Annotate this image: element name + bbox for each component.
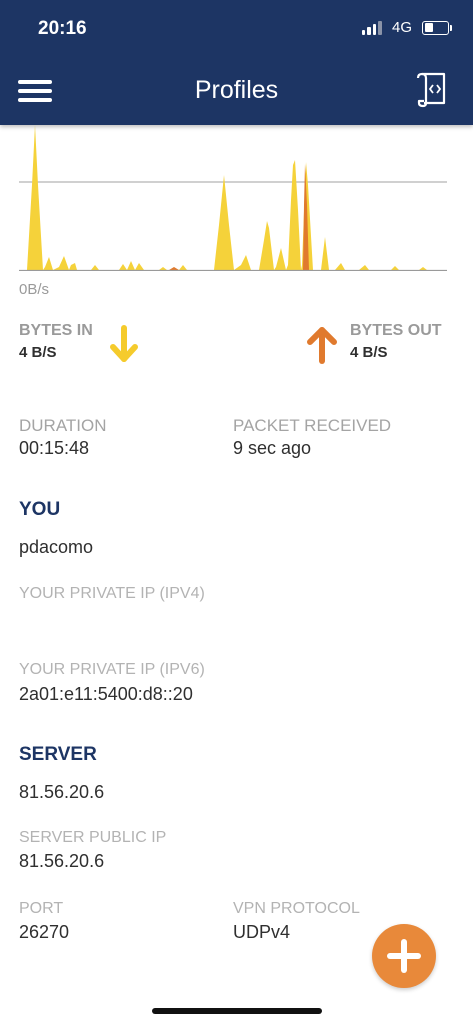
private-ipv6-label: YOUR PRIVATE IP (IPV6)	[19, 661, 205, 678]
server-name: 81.56.20.6	[19, 782, 105, 802]
bytes-in-value: 4 B/S	[19, 344, 57, 361]
private-ipv6-value: 2a01:e11:5400:d8::20	[19, 684, 193, 704]
status-time: 20:16	[38, 18, 87, 39]
network-type: 4G	[391, 19, 412, 36]
home-indicator[interactable]	[152, 1008, 322, 1014]
battery-icon	[422, 20, 452, 35]
bytes-out-series	[169, 164, 309, 270]
bytes-in-series	[19, 125, 447, 270]
server-section-heading: SERVER	[19, 744, 97, 765]
status-indicators: 4G	[361, 19, 452, 36]
port-label: PORT	[19, 900, 64, 917]
arrow-down-icon	[109, 325, 139, 370]
arrow-up-icon	[306, 324, 338, 369]
vpn-protocol-value: UDPv4	[233, 922, 291, 942]
server-public-ip-value: 81.56.20.6	[19, 851, 105, 871]
log-file-icon[interactable]	[415, 72, 449, 108]
you-section-heading: YOU	[19, 499, 61, 520]
duration-value: 00:15:48	[19, 438, 90, 458]
server-public-ip-label: SERVER PUBLIC IP	[19, 829, 167, 846]
page-title: Profiles	[194, 76, 279, 104]
bytes-out-value: 4 B/S	[350, 344, 388, 361]
signal-strength-icon	[361, 20, 382, 35]
add-profile-button[interactable]	[372, 924, 436, 988]
bytes-in-label: BYTES IN	[19, 322, 93, 339]
duration-label: DURATION	[19, 416, 107, 435]
packet-received-label: PACKET RECEIVED	[233, 416, 392, 435]
username: pdacomo	[19, 537, 94, 557]
private-ipv4-label: YOUR PRIVATE IP (IPV4)	[19, 585, 205, 602]
port-value: 26270	[19, 922, 70, 942]
traffic-chart	[19, 125, 447, 272]
packet-received-value: 9 sec ago	[233, 438, 312, 458]
vpn-protocol-label: VPN PROTOCOL	[233, 900, 360, 917]
bytes-out-label: BYTES OUT	[350, 322, 442, 339]
app-header: 20:16 4G Profiles	[0, 0, 473, 125]
chart-scale-label: 0B/s	[19, 281, 50, 298]
